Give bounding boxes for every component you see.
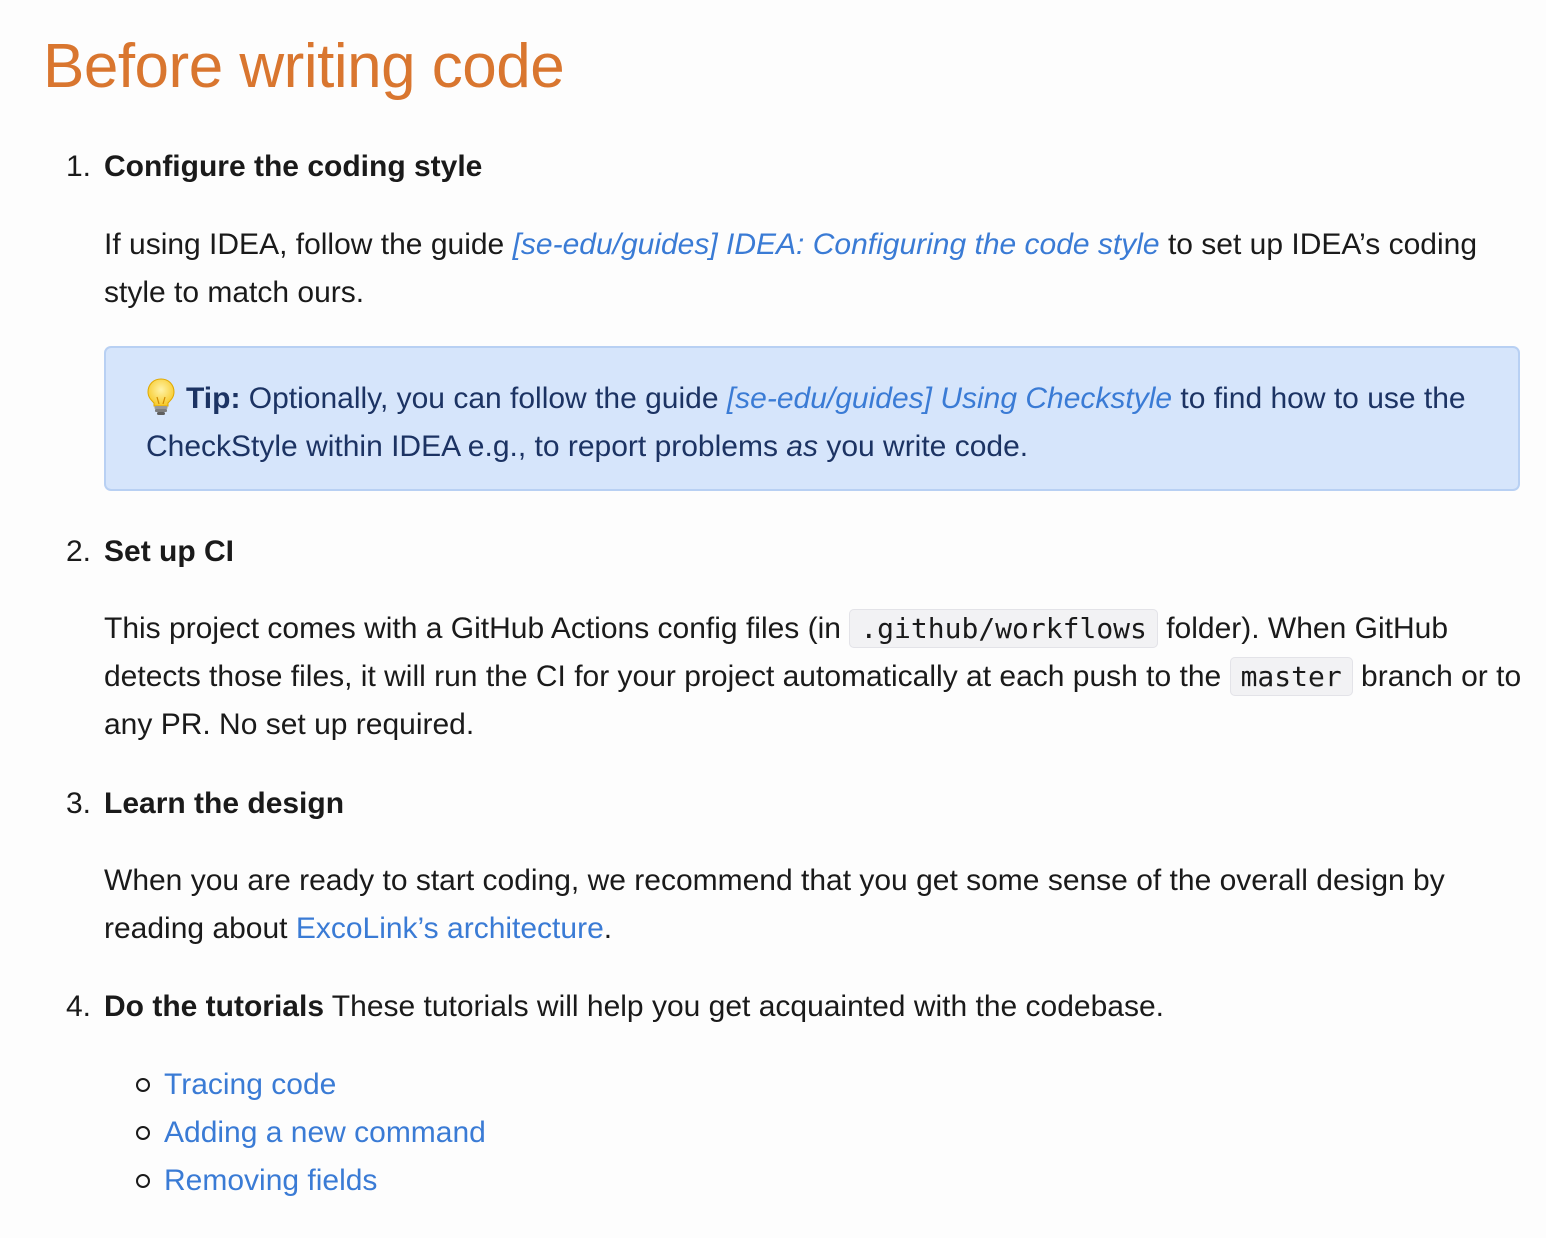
tip-label: Tip: — [186, 382, 241, 415]
step-1-description: If using IDEA, follow the guide [se-edu/… — [104, 228, 1478, 309]
workflows-folder-code: .github/workflows — [849, 609, 1158, 648]
step-number: 1. — [66, 150, 92, 183]
tutorial-tracing-code-link[interactable]: Tracing code — [164, 1061, 336, 1109]
master-branch-code: master — [1229, 657, 1353, 696]
step-title: Do the tutorials — [104, 990, 325, 1023]
step-number: 2. — [66, 535, 92, 568]
step-title: Learn the design — [104, 787, 345, 820]
step-4-description: These tutorials will help you get acquai… — [324, 990, 1164, 1023]
bullet-icon — [136, 1174, 150, 1188]
step-number: 3. — [66, 787, 92, 820]
architecture-link[interactable]: ExcoLink’s architecture — [296, 912, 604, 945]
tutorial-adding-command-link[interactable]: Adding a new command — [164, 1109, 486, 1157]
step-title: Set up CI — [104, 535, 235, 568]
bullet-icon — [136, 1078, 150, 1092]
bullet-icon — [136, 1126, 150, 1140]
checkstyle-guide-link[interactable]: [se-edu/guides] Using Checkstyle — [727, 382, 1172, 415]
tutorial-removing-fields-link[interactable]: Removing fields — [164, 1157, 377, 1205]
step-2-description: This project comes with a GitHub Actions… — [104, 605, 1524, 749]
tip-callout: Tip: Optionally, you can follow the guid… — [104, 346, 1520, 491]
step-title: Configure the coding style — [104, 150, 483, 183]
page-title: Before writing code — [43, 32, 565, 101]
idea-code-style-guide-link[interactable]: [se-edu/guides] IDEA: Configuring the co… — [513, 228, 1160, 261]
lightbulb-icon — [147, 378, 175, 415]
step-3-description: When you are ready to start coding, we r… — [104, 864, 1445, 945]
step-number: 4. — [66, 990, 92, 1023]
